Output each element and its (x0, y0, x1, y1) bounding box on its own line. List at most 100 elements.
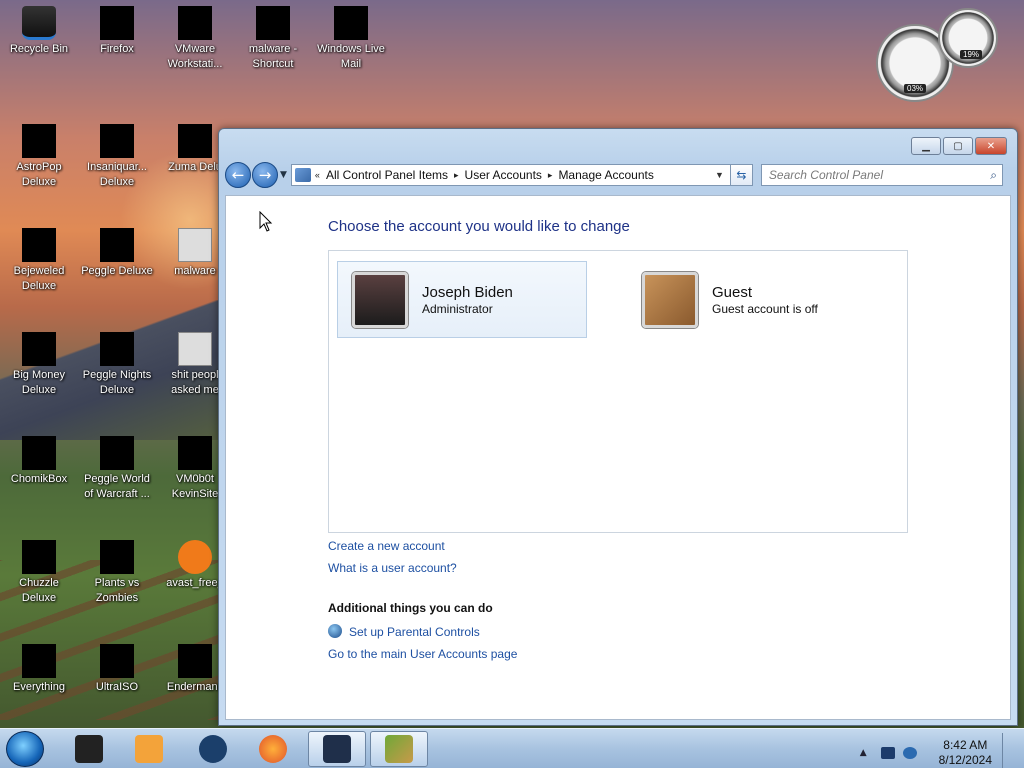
game-icon (100, 540, 134, 574)
taskbar-firefox[interactable] (244, 731, 302, 767)
chevron-down-icon[interactable]: ▼ (709, 170, 730, 180)
clock-date: 8/12/2024 (938, 753, 992, 767)
media-player-icon (135, 735, 163, 763)
create-account-link[interactable]: Create a new account (328, 539, 445, 553)
desktop-icon-bejeweled[interactable]: Bejeweled Deluxe (0, 224, 78, 294)
search-placeholder: Search Control Panel (768, 168, 883, 182)
minimize-button[interactable]: ▁ (911, 137, 941, 155)
mail-icon (334, 6, 368, 40)
window-controls: ▁ ▢ ✕ (911, 137, 1007, 155)
parental-controls-link[interactable]: Set up Parental Controls (328, 624, 480, 639)
ram-value: 19% (960, 50, 983, 59)
shortcut-icon (256, 6, 290, 40)
control-panel-window: ▁ ▢ ✕ ← → ▼ « All Control Panel Items ▸ … (218, 128, 1018, 726)
ram-gauge (938, 8, 998, 68)
breadcrumb-sep[interactable]: ▸ (548, 170, 553, 181)
account-tile-joseph-biden[interactable]: Joseph Biden Administrator (337, 261, 587, 338)
close-button[interactable]: ✕ (975, 137, 1007, 155)
start-button[interactable] (6, 731, 44, 767)
desktop-icon-big-money[interactable]: Big Money Deluxe (0, 328, 78, 398)
desktop-icon-vmware[interactable]: VMware Workstati... (156, 2, 234, 72)
recent-pages-dropdown[interactable]: ▼ (280, 170, 287, 180)
account-name: Joseph Biden (422, 283, 513, 301)
search-tool-icon (22, 644, 56, 678)
taskbar-control-panel[interactable] (308, 731, 366, 767)
desktop-icon-chomikbox[interactable]: ChomikBox (0, 432, 78, 487)
recycle-bin-icon (22, 6, 56, 40)
accounts-panel: Joseph Biden Administrator Guest Guest a… (328, 250, 908, 533)
app-icon (75, 735, 103, 763)
desktop-icon-windows-live-mail[interactable]: Windows Live Mail (312, 2, 390, 72)
desktop-icon-peggle[interactable]: Peggle Deluxe (78, 224, 156, 279)
disc-icon (100, 644, 134, 678)
maximize-button[interactable]: ▢ (943, 137, 973, 155)
back-arrow-icon[interactable]: ← (225, 162, 251, 188)
desktop-icon-malware-shortcut[interactable]: malware - Shortcut (234, 2, 312, 72)
desktop-icon-pvz[interactable]: Plants vs Zombies (78, 536, 156, 606)
game-icon (100, 436, 134, 470)
cpu-meter-gadget[interactable]: 03% 19% (876, 8, 1000, 104)
desktop-icon-everything[interactable]: Everything (0, 640, 78, 695)
desktop-icon-ultraiso[interactable]: UltraISO (78, 640, 156, 695)
folder-icon (178, 228, 212, 262)
game-icon (178, 124, 212, 158)
taskbar-app-1[interactable] (60, 731, 118, 767)
desktop-icon-astropop[interactable]: AstroPop Deluxe (0, 120, 78, 190)
main-content: Choose the account you would like to cha… (225, 195, 1011, 720)
search-icon[interactable]: ⌕ (990, 168, 997, 183)
taskbar-media-player[interactable] (120, 731, 178, 767)
account-role: Guest account is off (712, 301, 818, 316)
refresh-icon[interactable]: ⇆ (730, 164, 753, 186)
breadcrumb-sep[interactable]: ▸ (454, 170, 459, 181)
parental-controls-icon (328, 624, 342, 638)
globe-icon (199, 735, 227, 763)
desktop-icon-insaniquarium[interactable]: Insaniquar... Deluxe (78, 120, 156, 190)
control-panel-icon (294, 168, 311, 182)
breadcrumb-manage-accounts[interactable]: Manage Accounts (558, 168, 653, 182)
account-tile-guest[interactable]: Guest Guest account is off (627, 261, 877, 338)
clock-time: 8:42 AM (943, 738, 988, 752)
desktop-icon-recycle-bin[interactable]: Recycle Bin (0, 2, 78, 57)
main-user-accounts-link[interactable]: Go to the main User Accounts page (328, 647, 517, 661)
firefox-icon (100, 6, 134, 40)
address-bar[interactable]: « All Control Panel Items ▸ User Account… (290, 164, 731, 186)
game-icon (22, 332, 56, 366)
taskbar-chomikbox[interactable] (370, 731, 428, 767)
folder-icon (178, 332, 212, 366)
avatar (642, 271, 698, 328)
show-desktop-button[interactable] (1002, 733, 1016, 768)
cpu-value: 03% (904, 84, 927, 93)
vmware-icon (178, 6, 212, 40)
network-icon[interactable] (880, 747, 895, 759)
firefox-icon (259, 735, 287, 763)
breadcrumb-root-sep[interactable]: « (315, 170, 320, 180)
game-icon (22, 540, 56, 574)
control-panel-icon (323, 735, 351, 763)
desktop-icon-firefox[interactable]: Firefox (78, 2, 156, 57)
search-input[interactable]: Search Control Panel ⌕ (760, 164, 1003, 186)
breadcrumb-user-accounts[interactable]: User Accounts (465, 168, 542, 182)
desktop-icon-chuzzle[interactable]: Chuzzle Deluxe (0, 536, 78, 606)
forward-arrow-icon[interactable]: → (252, 162, 278, 188)
account-role: Administrator (422, 301, 493, 316)
mouse-cursor-icon (259, 211, 273, 232)
taskbar: ▲ 8:42 AM 8/12/2024 (0, 728, 1024, 768)
page-title: Choose the account you would like to cha… (328, 218, 630, 235)
notification-icon[interactable] (902, 747, 917, 759)
file-icon (178, 436, 212, 470)
desktop-icon-peggle-wow[interactable]: Peggle World of Warcraft ... (78, 432, 156, 502)
game-icon (22, 124, 56, 158)
account-name: Guest (712, 283, 753, 301)
taskbar-browser[interactable] (184, 731, 242, 767)
show-hidden-icons[interactable]: ▲ (860, 748, 867, 758)
chomikbox-icon (22, 436, 56, 470)
navigation-bar: ← → ▼ « All Control Panel Items ▸ User A… (225, 159, 1011, 191)
chomikbox-icon (385, 735, 413, 763)
breadcrumb-all-items[interactable]: All Control Panel Items (326, 168, 448, 182)
terminal-icon (178, 644, 212, 678)
clock[interactable]: 8:42 AM 8/12/2024 (939, 738, 992, 768)
desktop-icon-peggle-nights[interactable]: Peggle Nights Deluxe (78, 328, 156, 398)
game-icon (100, 124, 134, 158)
what-is-account-link[interactable]: What is a user account? (328, 561, 457, 575)
game-icon (100, 332, 134, 366)
